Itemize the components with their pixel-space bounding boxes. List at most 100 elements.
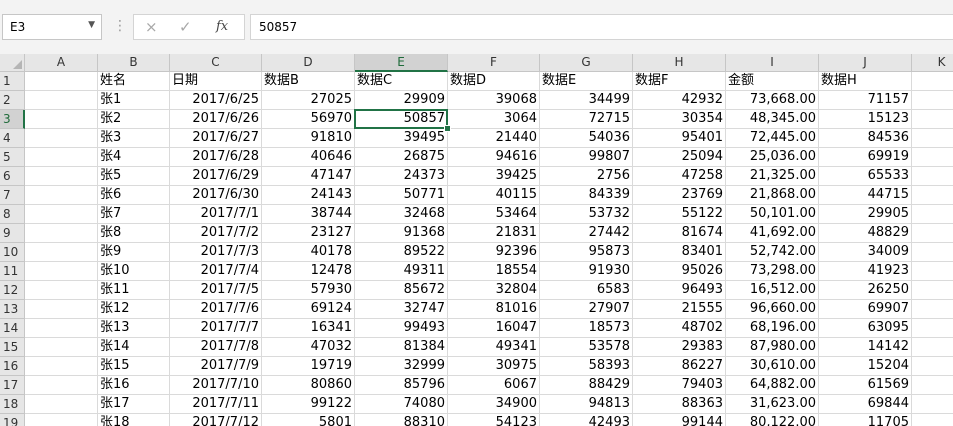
data-cell[interactable] (25, 338, 98, 357)
data-cell[interactable]: 88310 (355, 414, 448, 426)
data-cell[interactable]: 54123 (448, 414, 540, 426)
data-cell[interactable] (25, 129, 98, 148)
data-cell[interactable]: 91930 (540, 262, 633, 281)
data-cell[interactable] (25, 243, 98, 262)
data-cell[interactable]: 24373 (355, 167, 448, 186)
data-cell[interactable]: 18554 (448, 262, 540, 281)
column-header-f[interactable]: F (448, 54, 540, 72)
row-header-12[interactable]: 12 (0, 281, 25, 300)
row-header-8[interactable]: 8 (0, 205, 25, 224)
data-cell[interactable]: 32999 (355, 357, 448, 376)
data-cell[interactable]: 19719 (262, 357, 355, 376)
data-cell[interactable]: 6583 (540, 281, 633, 300)
data-cell[interactable] (25, 186, 98, 205)
row-header-7[interactable]: 7 (0, 186, 25, 205)
data-cell[interactable] (912, 129, 953, 148)
data-cell[interactable] (912, 281, 953, 300)
data-cell[interactable]: 99144 (633, 414, 726, 426)
data-cell[interactable]: 21831 (448, 224, 540, 243)
data-cell[interactable]: 95401 (633, 129, 726, 148)
data-cell[interactable]: 32747 (355, 300, 448, 319)
data-cell[interactable]: 69844 (819, 395, 912, 414)
data-cell[interactable]: 23127 (262, 224, 355, 243)
data-cell[interactable]: 72,445.00 (726, 129, 819, 148)
data-cell[interactable] (25, 414, 98, 426)
data-cell[interactable]: 18573 (540, 319, 633, 338)
data-cell[interactable]: 张2 (98, 110, 170, 129)
data-cell[interactable]: 42493 (540, 414, 633, 426)
data-cell[interactable]: 96,660.00 (726, 300, 819, 319)
data-cell[interactable]: 95026 (633, 262, 726, 281)
data-cell[interactable]: 张14 (98, 338, 170, 357)
data-cell[interactable]: 99493 (355, 319, 448, 338)
name-box[interactable]: E3 ▼ (2, 14, 102, 40)
data-cell[interactable]: 2017/7/11 (170, 395, 262, 414)
data-cell[interactable]: 48,345.00 (726, 110, 819, 129)
data-cell[interactable]: 2756 (540, 167, 633, 186)
data-cell[interactable] (25, 376, 98, 395)
data-cell[interactable]: 94616 (448, 148, 540, 167)
row-header-16[interactable]: 16 (0, 357, 25, 376)
data-cell[interactable]: 27025 (262, 91, 355, 110)
data-cell[interactable]: 2017/7/4 (170, 262, 262, 281)
data-cell[interactable]: 47147 (262, 167, 355, 186)
data-cell[interactable]: 26250 (819, 281, 912, 300)
data-cell[interactable]: 49341 (448, 338, 540, 357)
row-header-2[interactable]: 2 (0, 91, 25, 110)
data-cell[interactable]: 14142 (819, 338, 912, 357)
check-icon[interactable]: ✓ (179, 18, 192, 36)
data-cell[interactable]: 张17 (98, 395, 170, 414)
row-header-17[interactable]: 17 (0, 376, 25, 395)
data-cell[interactable]: 26875 (355, 148, 448, 167)
row-header-6[interactable]: 6 (0, 167, 25, 186)
data-cell[interactable]: 81016 (448, 300, 540, 319)
chevron-down-icon[interactable]: ▼ (88, 20, 95, 30)
data-cell[interactable]: 2017/6/25 (170, 91, 262, 110)
data-cell[interactable]: 张3 (98, 129, 170, 148)
data-cell[interactable]: 2017/6/28 (170, 148, 262, 167)
data-cell[interactable] (912, 110, 953, 129)
column-header-h[interactable]: H (633, 54, 726, 72)
data-cell[interactable]: 53578 (540, 338, 633, 357)
data-cell[interactable]: 16047 (448, 319, 540, 338)
data-cell[interactable]: 张12 (98, 300, 170, 319)
data-cell[interactable] (25, 262, 98, 281)
fill-handle[interactable] (444, 125, 451, 132)
row-header-15[interactable]: 15 (0, 338, 25, 357)
data-cell[interactable]: 15123 (819, 110, 912, 129)
data-cell[interactable]: 57930 (262, 281, 355, 300)
data-cell[interactable]: 61569 (819, 376, 912, 395)
data-cell[interactable] (25, 395, 98, 414)
data-cell[interactable]: 84339 (540, 186, 633, 205)
data-cell[interactable]: 29383 (633, 338, 726, 357)
data-cell[interactable]: 39425 (448, 167, 540, 186)
data-cell[interactable] (912, 357, 953, 376)
data-cell[interactable] (912, 338, 953, 357)
data-cell[interactable]: 50,101.00 (726, 205, 819, 224)
data-cell[interactable]: 69919 (819, 148, 912, 167)
data-cell[interactable]: 30,610.00 (726, 357, 819, 376)
data-cell[interactable]: 21555 (633, 300, 726, 319)
data-cell[interactable]: 23769 (633, 186, 726, 205)
data-cell[interactable]: 39068 (448, 91, 540, 110)
data-cell[interactable]: 47032 (262, 338, 355, 357)
data-cell[interactable]: 张1 (98, 91, 170, 110)
data-cell[interactable]: 92396 (448, 243, 540, 262)
data-cell[interactable]: 2017/7/8 (170, 338, 262, 357)
data-cell[interactable] (912, 395, 953, 414)
column-header-i[interactable]: I (726, 54, 819, 72)
row-header-11[interactable]: 11 (0, 262, 25, 281)
data-cell[interactable]: 张15 (98, 357, 170, 376)
data-cell[interactable]: 张8 (98, 224, 170, 243)
row-header-9[interactable]: 9 (0, 224, 25, 243)
data-cell[interactable]: 40115 (448, 186, 540, 205)
column-header-b[interactable]: B (98, 54, 170, 72)
data-cell[interactable]: 91810 (262, 129, 355, 148)
data-cell[interactable]: 73,668.00 (726, 91, 819, 110)
data-cell[interactable]: 张5 (98, 167, 170, 186)
select-all-button[interactable] (0, 54, 25, 72)
data-cell[interactable]: 39495 (355, 129, 448, 148)
data-cell[interactable]: 65533 (819, 167, 912, 186)
data-cell[interactable]: 21,325.00 (726, 167, 819, 186)
data-cell[interactable] (25, 281, 98, 300)
